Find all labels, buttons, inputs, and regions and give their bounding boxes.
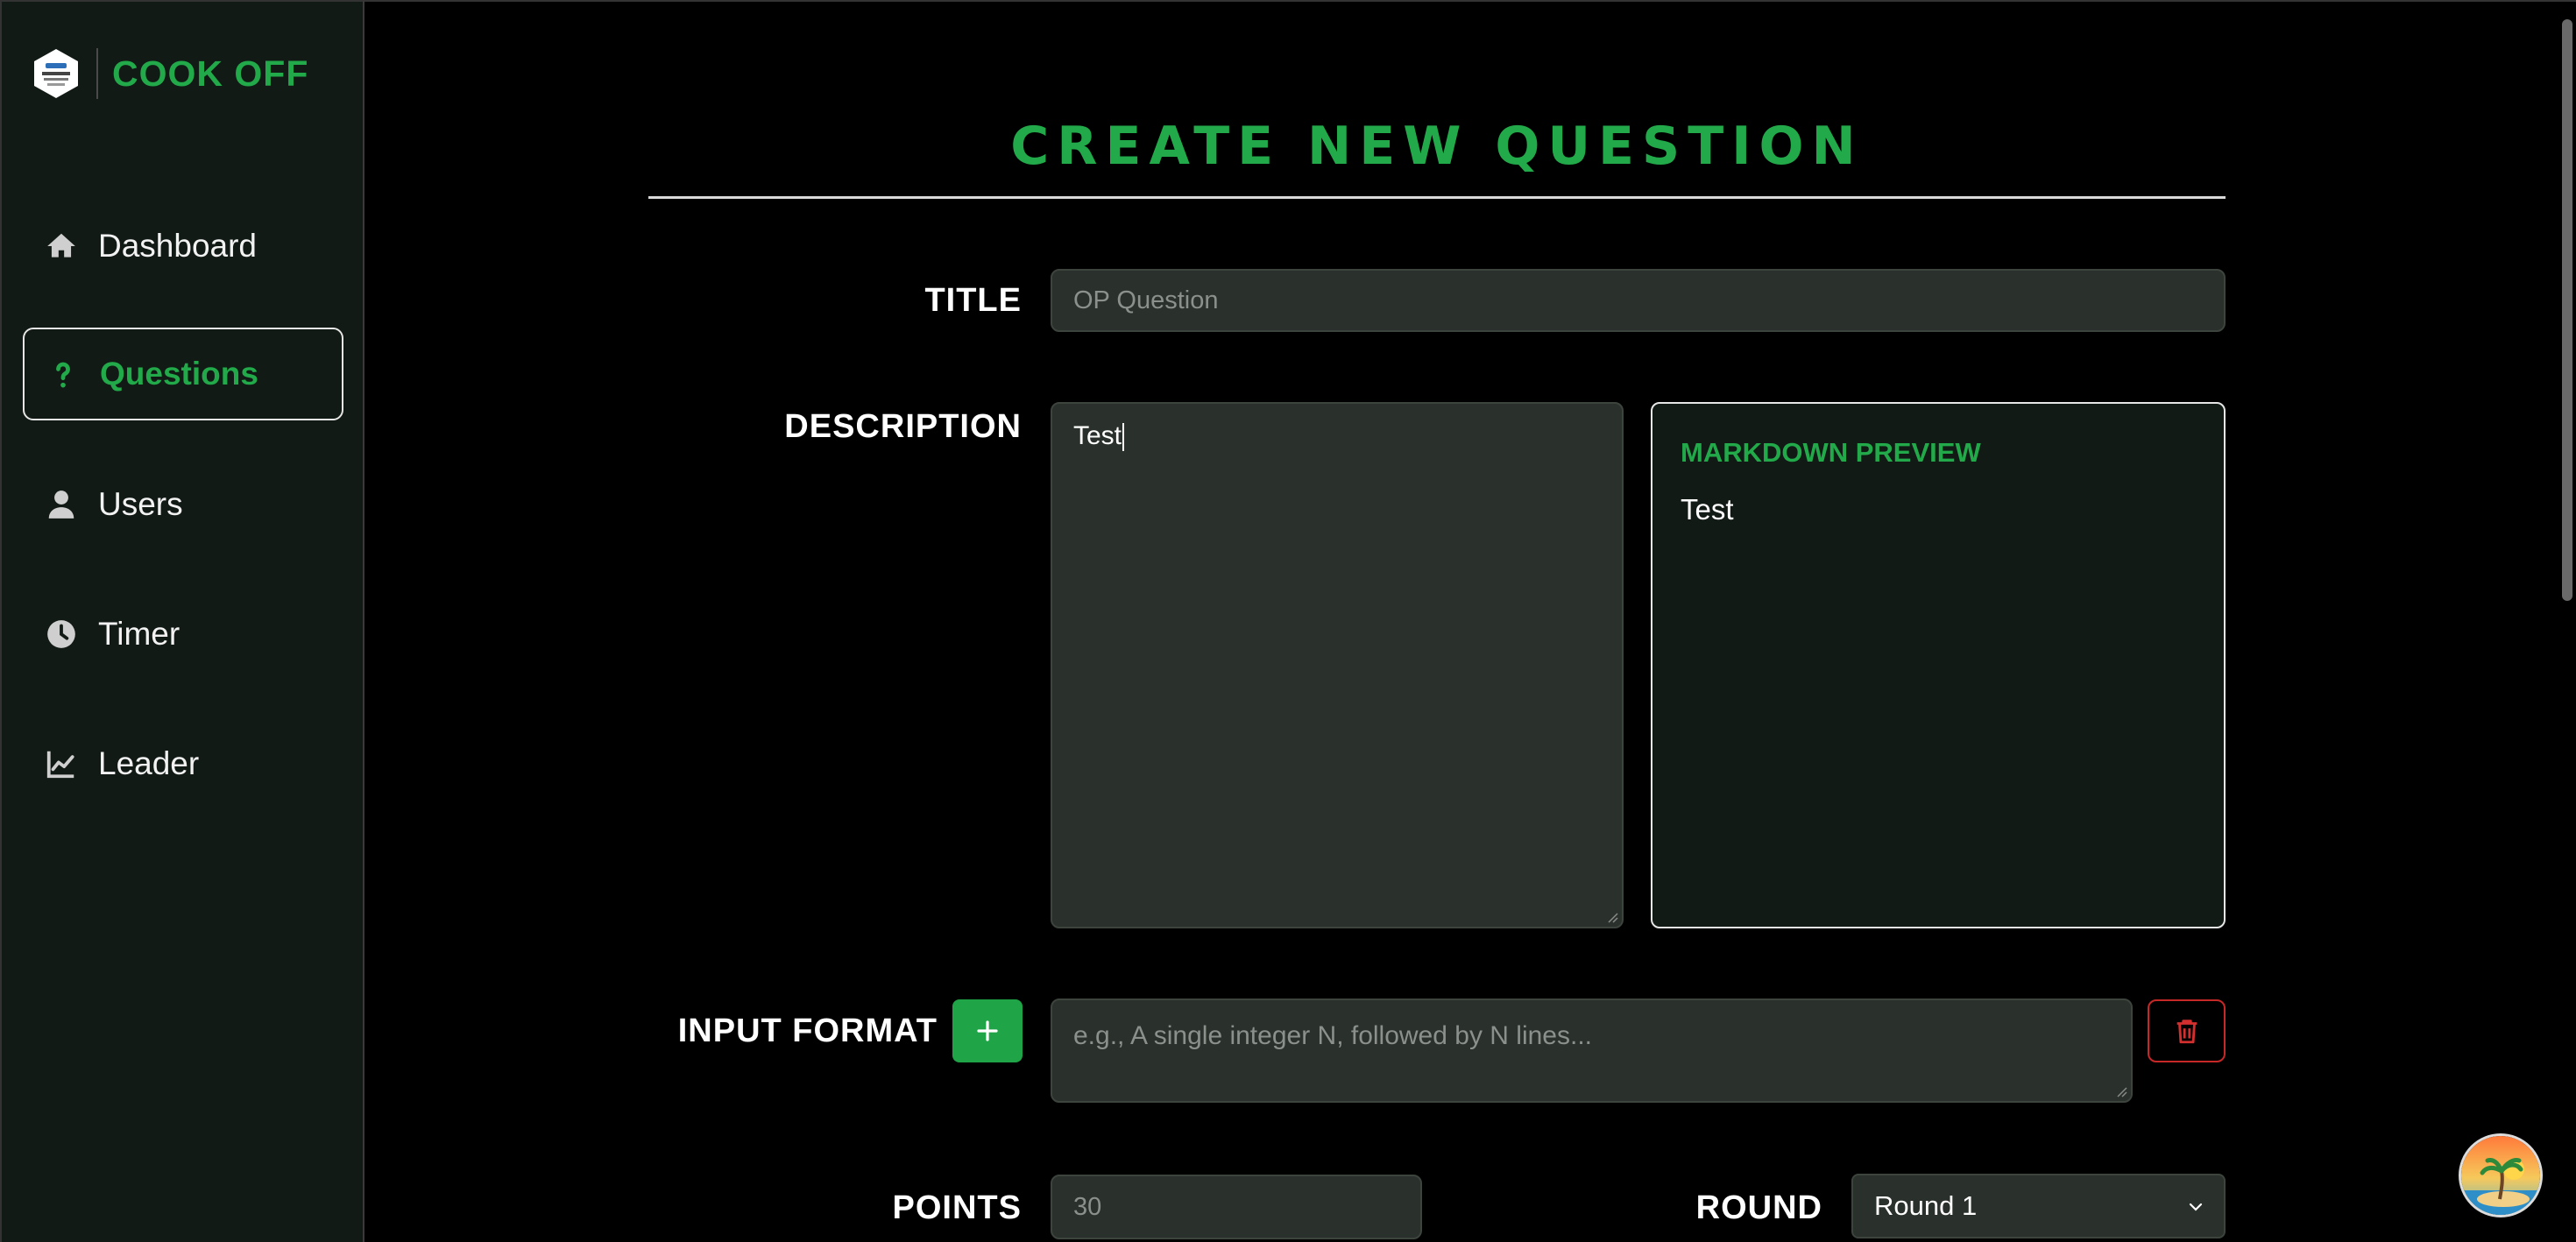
logo-icon xyxy=(32,47,81,100)
question-icon xyxy=(44,355,82,393)
sidebar: COOK OFF Dashboard Questions Users Timer… xyxy=(0,0,364,1242)
sidebar-item-leader[interactable]: Leader xyxy=(23,717,343,810)
beach-avatar-icon xyxy=(2461,1136,2540,1215)
round-label: ROUND xyxy=(1695,1189,1822,1226)
title-input-placeholder: OP Question xyxy=(1073,286,1219,314)
scrollbar[interactable] xyxy=(2562,19,2572,601)
input-format-label: INPUT FORMAT xyxy=(677,1013,938,1049)
app-name: COOK OFF xyxy=(112,53,309,94)
add-input-format-button[interactable] xyxy=(952,999,1023,1062)
title-input[interactable]: OP Question xyxy=(1051,269,2226,332)
input-format-textarea[interactable]: e.g., A single integer N, followed by N … xyxy=(1051,999,2133,1103)
clock-icon xyxy=(42,615,81,653)
sidebar-item-questions[interactable]: Questions xyxy=(23,328,343,420)
sidebar-item-users[interactable]: Users xyxy=(23,458,343,551)
round-select[interactable]: Round 1 xyxy=(1851,1174,2226,1238)
delete-input-format-button[interactable] xyxy=(2148,999,2226,1062)
sidebar-item-label: Users xyxy=(98,486,183,522)
sidebar-item-timer[interactable]: Timer xyxy=(23,588,343,681)
points-placeholder: 30 xyxy=(1073,1192,1102,1221)
round-select-value: Round 1 xyxy=(1874,1190,1978,1221)
window-frame xyxy=(0,0,2576,2)
sidebar-item-dashboard[interactable]: Dashboard xyxy=(23,200,343,293)
description-text: Test xyxy=(1073,421,1122,450)
page-title: CREATE NEW QUESTION xyxy=(1010,116,1864,177)
avatar[interactable] xyxy=(2459,1133,2543,1217)
text-cursor xyxy=(1122,423,1125,452)
sidebar-item-label: Timer xyxy=(98,616,180,652)
chevron-down-icon xyxy=(2189,1203,2203,1211)
title-divider xyxy=(648,196,2226,199)
markdown-preview: MARKDOWN PREVIEW Test xyxy=(1651,402,2226,928)
markdown-preview-body: Test xyxy=(1681,493,1734,526)
user-icon xyxy=(42,485,81,524)
resize-grip-icon[interactable] xyxy=(2113,1083,2127,1097)
brand-divider xyxy=(96,48,98,99)
plus-icon xyxy=(977,1020,998,1041)
markdown-preview-title: MARKDOWN PREVIEW xyxy=(1681,437,1981,468)
resize-grip-icon[interactable] xyxy=(1604,909,1618,923)
title-label: TITLE xyxy=(924,282,1022,319)
description-textarea[interactable]: Test xyxy=(1051,402,1624,928)
sidebar-item-label: Questions xyxy=(100,356,258,392)
brand[interactable]: COOK OFF xyxy=(32,47,308,100)
description-label: DESCRIPTION xyxy=(784,408,1022,445)
chart-line-icon xyxy=(42,744,81,783)
home-icon xyxy=(42,227,81,265)
trash-icon xyxy=(2176,1020,2197,1044)
input-format-placeholder: e.g., A single integer N, followed by N … xyxy=(1073,1021,1592,1050)
points-label: POINTS xyxy=(892,1189,1022,1226)
sidebar-item-label: Dashboard xyxy=(98,228,258,264)
sidebar-item-label: Leader xyxy=(98,745,200,781)
points-input[interactable]: 30 xyxy=(1051,1175,1422,1239)
